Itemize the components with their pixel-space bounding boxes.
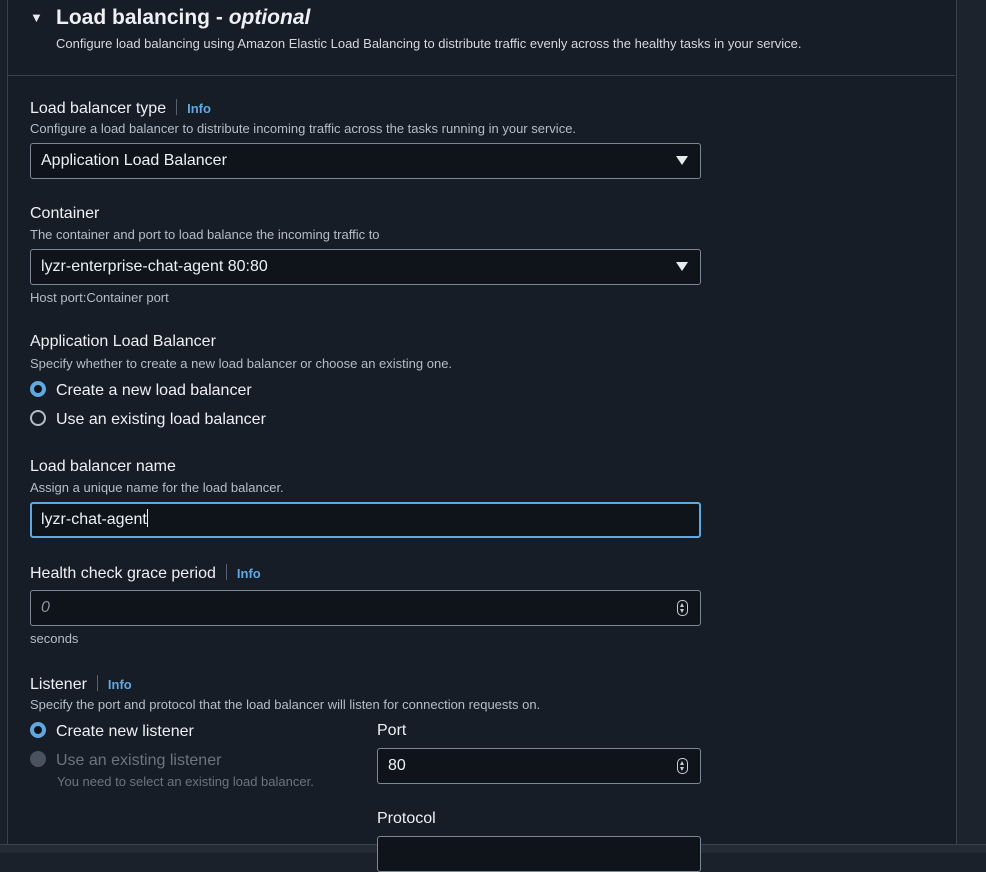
listener-label-text: Listener <box>30 676 87 693</box>
health-check-label-text: Health check grace period <box>30 565 216 582</box>
container-select-value: lyzr-enterprise-chat-agent 80:80 <box>41 258 268 275</box>
radio-use-existing-listener: Use an existing listener <box>30 751 221 770</box>
lb-type-select-value: Application Load Balancer <box>41 152 227 169</box>
radio-unselected-icon[interactable] <box>30 410 46 426</box>
lb-type-label-text: Load balancer type <box>30 100 167 117</box>
health-check-label: Health check grace period Info <box>30 564 261 583</box>
radio-create-new-lb-label: Create a new load balancer <box>56 382 252 399</box>
section-title-optional: optional <box>228 6 311 29</box>
page-gutter <box>956 0 986 852</box>
health-check-input[interactable]: 0 <box>30 590 701 626</box>
listener-info-link[interactable]: Info <box>108 677 132 692</box>
container-hint: Host port:Container port <box>30 290 169 305</box>
alb-label: Application Load Balancer <box>30 333 216 350</box>
info-divider <box>96 675 98 691</box>
lb-name-label: Load balancer name <box>30 458 176 475</box>
alb-description: Specify whether to create a new load bal… <box>30 356 453 371</box>
radio-use-existing-lb[interactable]: Use an existing load balancer <box>30 410 266 429</box>
radio-use-existing-listener-label: Use an existing listener <box>56 752 222 769</box>
protocol-label: Protocol <box>377 810 436 827</box>
radio-selected-icon[interactable] <box>30 381 46 397</box>
lb-name-input-value: lyzr-chat-agent <box>41 511 147 528</box>
radio-selected-icon[interactable] <box>30 722 46 738</box>
collapse-caret-icon[interactable]: ▼ <box>30 10 43 25</box>
container-description: The container and port to load balance t… <box>30 227 380 242</box>
port-input-value: 80 <box>388 757 406 774</box>
radio-use-existing-lb-label: Use an existing load balancer <box>56 411 266 428</box>
radio-disabled-icon <box>30 751 46 767</box>
listener-description: Specify the port and protocol that the l… <box>30 697 541 712</box>
lb-name-input[interactable]: lyzr-chat-agent <box>30 502 701 538</box>
lb-type-description: Configure a load balancer to distribute … <box>30 121 577 136</box>
section-title-text: Load balancing - <box>56 6 229 29</box>
info-divider <box>225 564 227 580</box>
lb-name-description: Assign a unique name for the load balanc… <box>30 480 284 495</box>
port-input[interactable]: 80 <box>377 748 701 784</box>
section-title[interactable]: Load balancing - optional <box>56 6 310 30</box>
lb-type-label: Load balancer type Info <box>30 99 211 118</box>
lb-type-select[interactable]: Application Load Balancer <box>30 143 701 179</box>
section-description: Configure load balancing using Amazon El… <box>56 36 802 51</box>
radio-create-new-listener[interactable]: Create new listener <box>30 722 194 741</box>
dropdown-arrow-icon <box>676 262 688 271</box>
health-check-unit: seconds <box>30 631 79 646</box>
health-check-placeholder: 0 <box>41 599 50 616</box>
number-spinner-icon[interactable] <box>677 600 688 616</box>
container-label: Container <box>30 205 100 222</box>
container-select[interactable]: lyzr-enterprise-chat-agent 80:80 <box>30 249 701 285</box>
radio-create-new-lb[interactable]: Create a new load balancer <box>30 381 252 400</box>
health-check-info-link[interactable]: Info <box>237 566 261 581</box>
radio-create-new-listener-label: Create new listener <box>56 723 194 740</box>
listener-label: Listener Info <box>30 675 132 694</box>
info-divider <box>176 99 178 115</box>
number-spinner-icon[interactable] <box>677 758 688 774</box>
lb-type-info-link[interactable]: Info <box>187 101 211 116</box>
existing-listener-hint: You need to select an existing load bala… <box>57 774 314 789</box>
text-cursor <box>146 509 148 527</box>
port-label: Port <box>377 722 407 739</box>
protocol-select[interactable] <box>377 836 701 872</box>
header-divider <box>7 75 955 76</box>
dropdown-arrow-icon <box>676 156 688 165</box>
